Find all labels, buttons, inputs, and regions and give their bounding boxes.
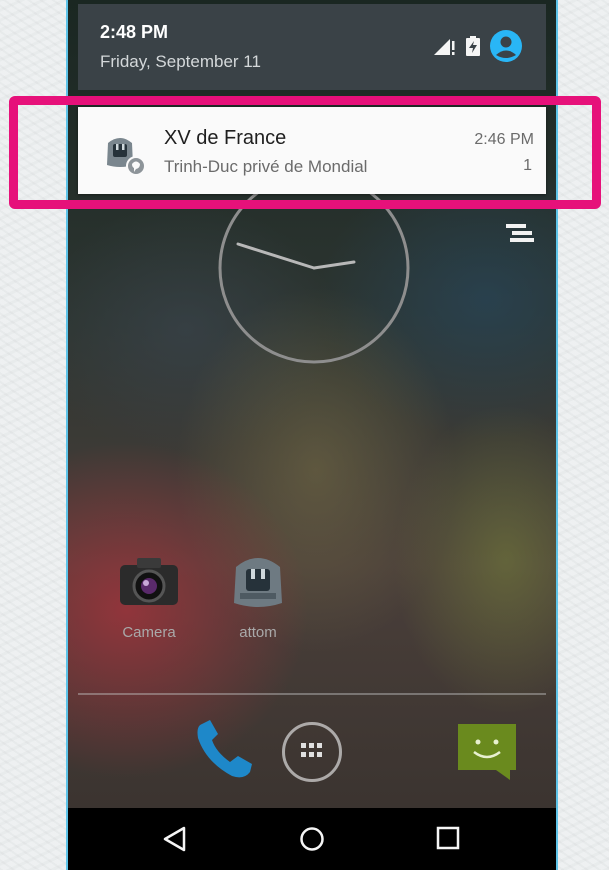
- app-drawer-icon: [301, 743, 322, 757]
- signal-icon: [434, 39, 455, 55]
- dock-divider: [78, 693, 546, 695]
- clock-date[interactable]: Friday, September 11: [100, 52, 261, 72]
- app-attom[interactable]: attom: [213, 553, 303, 641]
- account-icon[interactable]: [490, 30, 522, 62]
- home-button[interactable]: [299, 826, 325, 852]
- camera-icon: [120, 558, 178, 605]
- notification-highlight-box: [9, 96, 601, 209]
- back-button[interactable]: [162, 826, 188, 852]
- messaging-icon[interactable]: [456, 722, 518, 782]
- app-drawer-button[interactable]: [282, 722, 342, 782]
- recents-button[interactable]: [436, 826, 460, 850]
- app-label: attom: [239, 624, 277, 641]
- clock-time: 2:48 PM: [100, 22, 169, 42]
- notification-shade-header: 2:48 PM Friday, September 11: [78, 4, 546, 90]
- app-label: Camera: [122, 624, 176, 641]
- navigation-bar: [66, 808, 558, 870]
- attom-icon: [234, 558, 282, 607]
- widget-menu-icon[interactable]: [500, 222, 536, 248]
- app-camera[interactable]: Camera: [104, 553, 194, 641]
- status-icons: [434, 30, 522, 62]
- battery-icon: [466, 36, 480, 56]
- phone-icon[interactable]: [192, 718, 258, 782]
